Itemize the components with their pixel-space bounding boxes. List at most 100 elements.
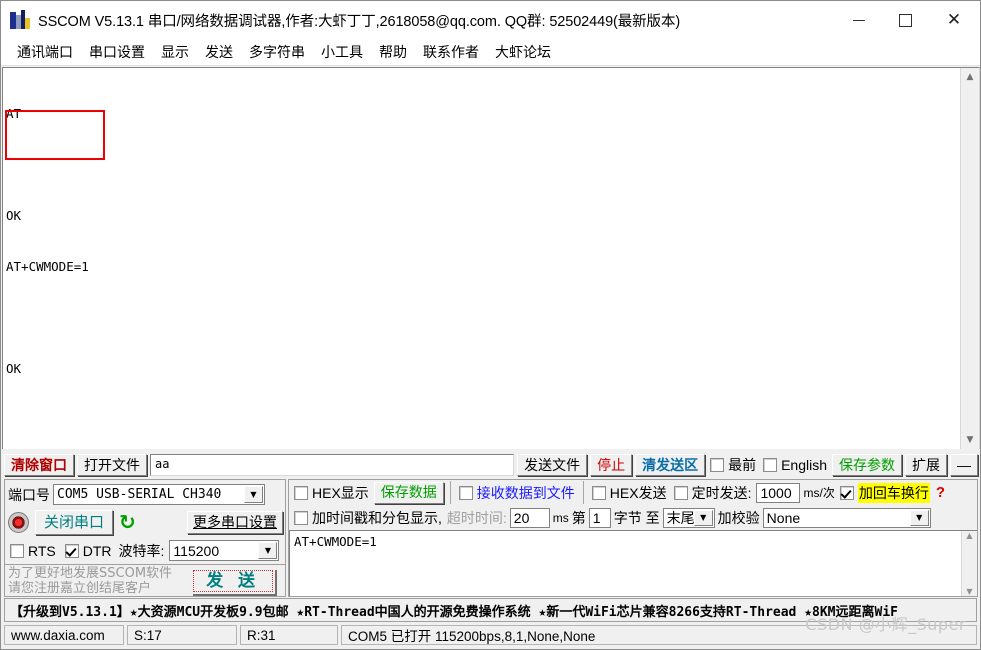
dtr-label: DTR bbox=[82, 542, 112, 559]
menu-item-forum[interactable]: 大虾论坛 bbox=[487, 42, 559, 62]
send-file-button[interactable]: 发送文件 bbox=[517, 454, 588, 476]
receive-to-file-label: 接收数据到文件 bbox=[476, 484, 575, 501]
hex-send-label: HEX发送 bbox=[609, 484, 667, 501]
scroll-down-icon[interactable]: ▼ bbox=[966, 587, 972, 596]
send-textarea[interactable]: AT+CWMODE=1 ▲ ▼ bbox=[289, 530, 977, 596]
checkbox-icon[interactable] bbox=[839, 485, 854, 500]
menu-item-serial-settings[interactable]: 串口设置 bbox=[81, 42, 153, 62]
menu-item-tools[interactable]: 小工具 bbox=[313, 42, 371, 62]
crlf-checkbox[interactable]: 加回车换行 bbox=[838, 482, 932, 503]
clear-send-area-button[interactable]: 清发送区 bbox=[635, 454, 706, 476]
chevron-down-icon[interactable]: ▼ bbox=[244, 486, 263, 503]
terminal-area: AT OK AT+CWMODE=1 OK ▲ ▼ bbox=[2, 67, 980, 449]
english-checkbox[interactable]: English bbox=[761, 457, 829, 473]
checkbox-icon[interactable] bbox=[458, 485, 473, 500]
crlf-label: 加回车换行 bbox=[857, 482, 930, 503]
receive-textarea[interactable]: AT OK AT+CWMODE=1 OK bbox=[3, 68, 960, 449]
save-data-button[interactable]: 保存数据 bbox=[373, 481, 444, 504]
checksum-select[interactable]: None ▼ bbox=[762, 507, 931, 528]
chevron-down-icon[interactable]: ▼ bbox=[258, 542, 278, 559]
clear-window-button[interactable]: 清除窗口 bbox=[4, 454, 74, 476]
topmost-label: 最前 bbox=[728, 457, 757, 473]
rts-label: RTS bbox=[28, 542, 56, 559]
timestamp-label: 加时间戳和分包显示, bbox=[312, 509, 442, 526]
promo-text: 为了更好地发展SSCOM软件 请您注册嘉立创结尾客户 bbox=[8, 565, 173, 596]
status-connection-info: COM5 已打开 115200bps,8,1,None,None bbox=[341, 625, 977, 645]
promo-banner[interactable]: 【升级到V5.13.1】★大资源MCU开发板9.9包邮 ★RT-Thread中国… bbox=[4, 598, 977, 622]
serial-port-panel: 端口号 COM5 USB-SERIAL CH340 ▼ 关闭串口 ↻ 更多串口设… bbox=[4, 479, 286, 597]
flow-control-row: RTS DTR 波特率: 115200 ▼ bbox=[5, 537, 285, 564]
chevron-down-icon[interactable]: ▼ bbox=[693, 509, 713, 526]
timeout-input[interactable]: 20 bbox=[509, 507, 550, 528]
sscom-window: SSCOM V5.13.1 串口/网络数据调试器,作者:大虾丁丁,2618058… bbox=[0, 0, 981, 650]
dtr-checkbox[interactable]: DTR bbox=[63, 543, 114, 559]
byte-end-value: 末尾 bbox=[666, 509, 695, 526]
window-controls: ✕ bbox=[836, 1, 980, 39]
timestamp-checkbox[interactable]: 加时间戳和分包显示, bbox=[292, 508, 444, 528]
send-scrollbar[interactable]: ▲ ▼ bbox=[961, 531, 977, 596]
menu-item-multi-string[interactable]: 多字符串 bbox=[241, 42, 313, 62]
checkbox-icon[interactable] bbox=[673, 485, 688, 500]
receive-to-file-checkbox[interactable]: 接收数据到文件 bbox=[457, 483, 577, 503]
menu-item-help[interactable]: 帮助 bbox=[371, 42, 415, 62]
port-label: 端口号 bbox=[8, 486, 50, 503]
stop-button[interactable]: 停止 bbox=[590, 454, 633, 476]
hex-send-checkbox[interactable]: HEX发送 bbox=[590, 483, 669, 503]
settings-area: 端口号 COM5 USB-SERIAL CH340 ▼ 关闭串口 ↻ 更多串口设… bbox=[1, 479, 980, 597]
baud-rate-select[interactable]: 115200 ▼ bbox=[169, 540, 280, 561]
timestamp-options-row: 加时间戳和分包显示, 超时时间: 20 ms 第 1 字节 至 末尾 ▼ 加校验… bbox=[289, 505, 977, 530]
rts-checkbox[interactable]: RTS bbox=[8, 543, 58, 559]
title-bar: SSCOM V5.13.1 串口/网络数据调试器,作者:大虾丁丁,2618058… bbox=[1, 1, 980, 39]
checkbox-icon[interactable] bbox=[10, 543, 24, 558]
checkbox-icon[interactable] bbox=[591, 485, 606, 500]
timeout-label: 超时时间: bbox=[446, 509, 507, 526]
menu-item-contact-author[interactable]: 联系作者 bbox=[415, 42, 487, 62]
collapse-button[interactable]: — bbox=[950, 454, 978, 476]
topmost-checkbox[interactable]: 最前 bbox=[708, 455, 758, 475]
scroll-down-icon[interactable]: ▼ bbox=[961, 431, 979, 449]
checkbox-icon[interactable] bbox=[294, 485, 308, 500]
port-row: 端口号 COM5 USB-SERIAL CH340 ▼ bbox=[5, 480, 285, 507]
open-file-button[interactable]: 打开文件 bbox=[77, 454, 147, 476]
more-serial-settings-button[interactable]: 更多串口设置 bbox=[187, 510, 283, 534]
save-params-button[interactable]: 保存参数 bbox=[832, 454, 902, 476]
checkbox-icon[interactable] bbox=[710, 458, 725, 472]
help-icon[interactable]: ? bbox=[936, 484, 945, 501]
scroll-up-icon[interactable]: ▲ bbox=[966, 531, 972, 540]
timeout-unit-label: ms bbox=[552, 510, 569, 525]
display-options-row: HEX显示 保存数据 接收数据到文件 HEX发送 定时发送: 1000 ms/次… bbox=[289, 480, 977, 505]
checkbox-icon[interactable] bbox=[64, 543, 79, 558]
menu-item-comm-port[interactable]: 通讯端口 bbox=[9, 42, 81, 62]
maximize-button[interactable] bbox=[882, 1, 928, 39]
menu-item-display[interactable]: 显示 bbox=[153, 42, 197, 62]
minimize-button[interactable] bbox=[836, 1, 882, 39]
extend-button[interactable]: 扩展 bbox=[905, 454, 947, 476]
terminal-scrollbar[interactable]: ▲ ▼ bbox=[960, 68, 979, 449]
status-led-icon bbox=[8, 511, 29, 533]
checkbox-icon[interactable] bbox=[294, 510, 308, 525]
file-path-input[interactable]: aa bbox=[150, 454, 515, 476]
close-port-button[interactable]: 关闭串口 bbox=[35, 509, 114, 535]
close-button[interactable]: ✕ bbox=[928, 1, 980, 39]
timed-send-label: 定时发送: bbox=[691, 484, 752, 501]
baud-rate-value: 115200 bbox=[173, 542, 220, 559]
port-controls-row: 关闭串口 ↻ 更多串口设置 bbox=[5, 507, 285, 537]
byte-prefix-label: 第 bbox=[571, 509, 586, 526]
refresh-icon[interactable]: ↻ bbox=[119, 512, 136, 532]
checkbox-icon[interactable] bbox=[763, 458, 778, 472]
checksum-label: 加校验 bbox=[717, 509, 760, 526]
port-select[interactable]: COM5 USB-SERIAL CH340 ▼ bbox=[53, 484, 265, 505]
status-url[interactable]: www.daxia.com bbox=[4, 625, 124, 645]
scroll-up-icon[interactable]: ▲ bbox=[961, 68, 979, 86]
timed-send-checkbox[interactable]: 定时发送: bbox=[672, 483, 754, 503]
menu-item-send[interactable]: 发送 bbox=[197, 42, 241, 62]
menu-bar: 通讯端口 串口设置 显示 发送 多字符串 小工具 帮助 联系作者 大虾论坛 bbox=[1, 39, 980, 66]
hex-display-checkbox[interactable]: HEX显示 bbox=[292, 483, 371, 503]
send-interval-input[interactable]: 1000 bbox=[756, 482, 801, 503]
chevron-down-icon[interactable]: ▼ bbox=[909, 509, 929, 526]
send-button[interactable]: 发 送 bbox=[193, 569, 273, 592]
send-text-value: AT+CWMODE=1 bbox=[294, 534, 377, 549]
byte-end-select[interactable]: 末尾 ▼ bbox=[662, 507, 715, 528]
byte-start-input[interactable]: 1 bbox=[588, 507, 611, 528]
